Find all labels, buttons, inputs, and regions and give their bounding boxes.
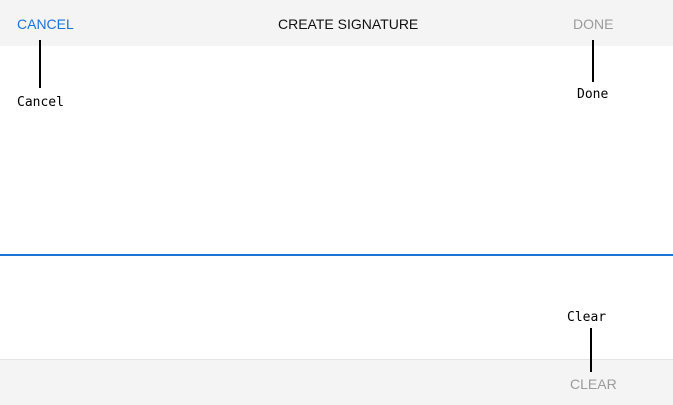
page-title: CREATE SIGNATURE	[278, 16, 419, 32]
clear-button[interactable]: CLEAR	[570, 376, 617, 392]
cancel-button[interactable]: CANCEL	[17, 16, 74, 32]
clear-callout-line	[590, 328, 592, 372]
cancel-callout-label: Cancel	[17, 95, 64, 110]
cancel-callout-line	[39, 40, 41, 88]
done-callout-label: Done	[577, 87, 609, 102]
signature-baseline	[0, 254, 673, 256]
clear-callout-label: Clear	[567, 310, 607, 325]
done-button[interactable]: DONE	[573, 16, 613, 32]
done-callout-line	[592, 40, 594, 82]
